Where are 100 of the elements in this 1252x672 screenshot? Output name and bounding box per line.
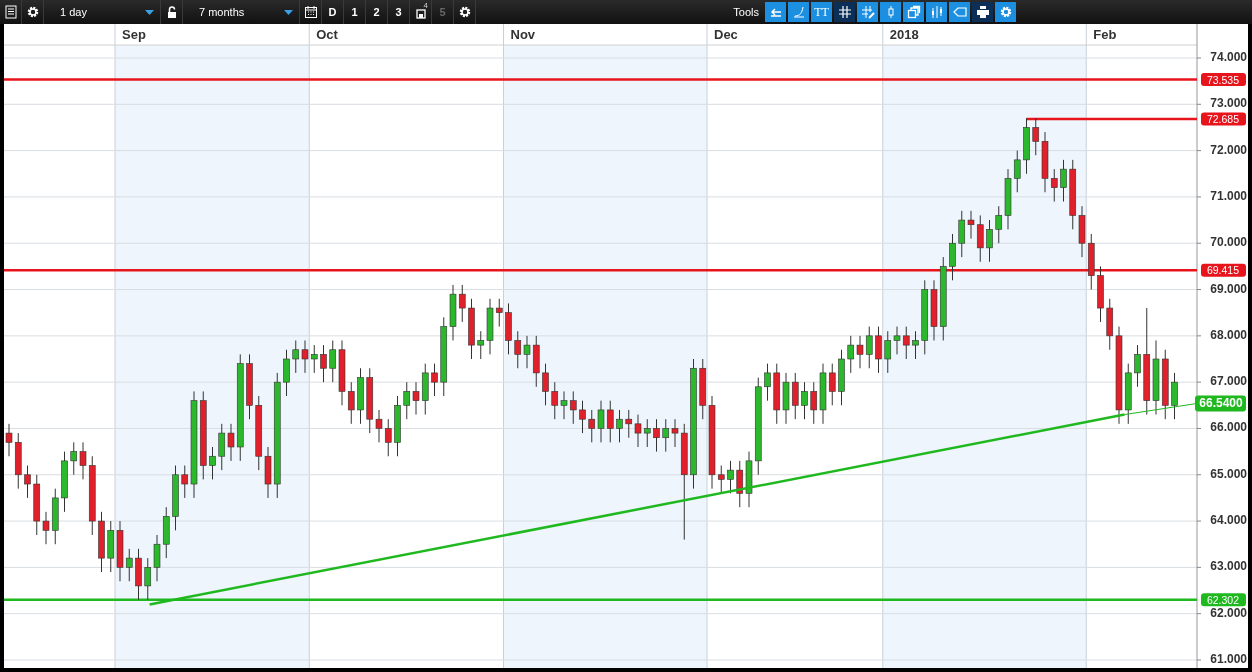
ref-line-label: 69.415 <box>1206 264 1240 277</box>
candlestick <box>227 423 235 462</box>
price-line[interactable] <box>1026 117 1197 121</box>
candlestick <box>671 418 679 448</box>
tool-button[interactable] <box>972 2 993 22</box>
candlestick <box>810 381 818 425</box>
caret-icon <box>284 9 293 15</box>
price-axis-label: 66.000 <box>1210 420 1247 435</box>
settings-icon <box>25 5 40 19</box>
candlestick <box>181 465 189 499</box>
candlestick <box>1050 168 1058 203</box>
printer-icon <box>975 5 990 19</box>
tool-button[interactable] <box>834 2 855 22</box>
candlestick <box>125 548 133 582</box>
price-tag: 66.5400 <box>1195 395 1246 412</box>
candlestick <box>495 298 503 328</box>
price-axis-label: 62.000 <box>1210 605 1247 620</box>
candlestick <box>542 363 549 406</box>
price-axis-label: 65.000 <box>1210 466 1247 481</box>
candlestick <box>310 344 318 374</box>
ref-line-label: 72.685 <box>1206 112 1240 125</box>
price-axis-label: 64.000 <box>1210 513 1247 528</box>
settings-icon <box>998 5 1013 19</box>
list-icon <box>3 5 18 19</box>
windows-icon <box>906 5 921 19</box>
price-axis-label: 70.000 <box>1210 235 1247 250</box>
candlestick <box>523 335 531 369</box>
candlestick <box>875 326 882 374</box>
candlestick <box>865 326 873 369</box>
candlestick <box>458 284 466 323</box>
candlestick <box>1134 344 1141 388</box>
candlestick <box>218 423 226 471</box>
candlestick <box>884 330 892 374</box>
candlestick <box>301 339 309 374</box>
price-axis-label: 74.000 <box>1210 50 1247 64</box>
candlestick <box>912 330 919 360</box>
badge-count: 4 <box>423 1 428 10</box>
candlestick <box>560 390 568 420</box>
candlestick <box>893 326 901 355</box>
candlestick <box>403 381 411 420</box>
month-label: Oct <box>316 27 338 42</box>
grid-icon <box>837 5 852 19</box>
month-label: Nov <box>510 27 536 42</box>
ref-line-label: 73.535 <box>1206 73 1240 86</box>
candlestick <box>70 441 78 476</box>
price-line[interactable] <box>4 269 1197 272</box>
candlestick <box>375 409 383 443</box>
caret-icon <box>145 9 154 15</box>
candlestick <box>717 465 725 494</box>
price-axis-label: 69.000 <box>1210 281 1247 296</box>
candlestick <box>79 441 87 480</box>
candlestick <box>902 326 910 360</box>
month-label: 2018 <box>889 27 919 42</box>
candlestick <box>1013 150 1021 193</box>
candlestick <box>24 465 31 499</box>
candlestick <box>606 400 614 443</box>
candlestick <box>551 381 559 420</box>
candlestick <box>477 330 485 360</box>
candlestick <box>412 381 420 416</box>
candlestick <box>1171 372 1178 420</box>
candlestick <box>847 335 855 374</box>
tag-icon <box>952 5 967 19</box>
candlestick <box>597 400 605 443</box>
candlestick <box>616 409 623 443</box>
candlestick <box>1060 159 1067 203</box>
month-label: Feb <box>1093 27 1117 42</box>
candlestick <box>5 423 13 457</box>
tools-label: Tools <box>733 6 759 18</box>
ref-line-label: 62.302 <box>1206 593 1240 606</box>
price-tag: 72.685 <box>1201 112 1246 126</box>
trend-line[interactable] <box>149 402 1198 606</box>
candlestick <box>514 330 522 369</box>
candlestick <box>569 390 577 425</box>
price-axis-label: 68.000 <box>1210 327 1247 342</box>
candlestick <box>986 219 993 263</box>
price-axis-label: 63.000 <box>1210 559 1247 574</box>
candlestick <box>283 349 290 397</box>
month-label: Dec <box>714 27 738 42</box>
candlestick <box>967 210 975 240</box>
curve-icon <box>791 5 806 19</box>
candlestick <box>801 381 808 420</box>
settings-icon <box>457 5 472 19</box>
candlestick <box>579 400 586 434</box>
candlestick <box>588 409 596 443</box>
candles-icon <box>929 5 944 19</box>
candlestick <box>828 363 836 406</box>
candlestick <box>144 557 152 601</box>
candlestick <box>329 339 337 383</box>
price-axis-label: 72.000 <box>1210 142 1247 157</box>
candlestick <box>42 511 50 545</box>
candlestick <box>625 409 633 439</box>
candlestick <box>976 214 984 263</box>
candlestick <box>634 414 642 448</box>
candlestick <box>736 460 744 508</box>
candlestick <box>791 372 799 420</box>
candlestick <box>856 335 864 369</box>
candlestick <box>320 344 327 383</box>
candlestick <box>292 339 300 374</box>
price-axis-label: 71.000 <box>1210 188 1247 203</box>
candlestick <box>995 205 1003 244</box>
